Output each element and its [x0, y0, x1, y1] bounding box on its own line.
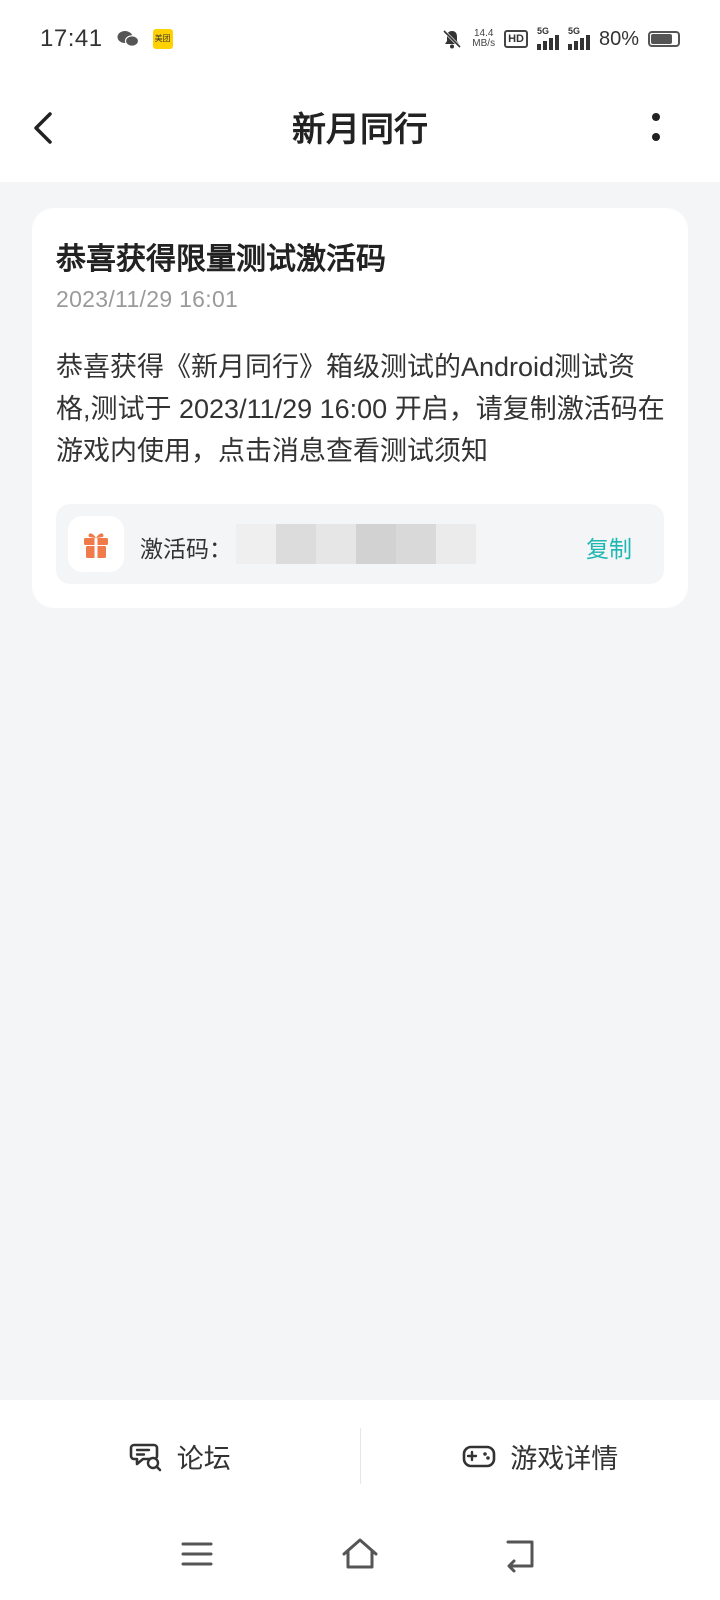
signal-1-icon: 5G — [536, 26, 559, 50]
gamepad-icon — [462, 1445, 496, 1468]
copy-button[interactable]: 复制 — [586, 530, 632, 564]
message-title: 恭喜获得限量测试激活码 — [56, 243, 386, 276]
activation-code-row: 激活码： 复制 — [56, 504, 664, 584]
battery-percent: 80% — [598, 27, 639, 50]
back-icon[interactable] — [500, 1534, 540, 1574]
forum-chat-icon — [129, 1443, 162, 1472]
activation-code-label: 激活码： — [140, 536, 232, 562]
message-card[interactable]: 恭喜获得限量测试激活码 2023/11/29 16:01 恭喜获得《新月同行》箱… — [32, 208, 688, 608]
bottom-action-bar: 论坛 游戏详情 — [0, 1400, 720, 1512]
signal-2-icon: 5G — [567, 26, 590, 50]
tab-forum-label: 论坛 — [176, 1443, 231, 1474]
tab-game-details-label: 游戏详情 — [510, 1443, 619, 1474]
gift-badge — [68, 516, 124, 572]
status-time: 17:41 — [40, 25, 103, 52]
tab-forum[interactable]: 论坛 — [0, 1400, 360, 1512]
gift-icon — [84, 533, 108, 558]
system-navigation-bar — [0, 1512, 720, 1600]
more-vertical-icon[interactable] — [644, 108, 668, 148]
status-bar: 17:41 美团 14.4 MB/s HD 5G 5G 80% — [0, 0, 720, 78]
wechat-icon — [117, 31, 139, 47]
message-timestamp: 2023/11/29 16:01 — [56, 286, 239, 312]
message-body: 恭喜获得《新月同行》箱级测试的Android测试资格,测试于 2023/11/2… — [56, 352, 665, 466]
tab-game-details[interactable]: 游戏详情 — [361, 1400, 720, 1512]
page-title: 新月同行 — [292, 111, 428, 149]
activation-code-value-masked — [236, 516, 476, 572]
meituan-icon: 美团 — [152, 29, 173, 49]
network-speed: 14.4 MB/s — [472, 28, 496, 49]
battery-icon — [648, 31, 680, 47]
home-icon[interactable] — [340, 1534, 380, 1574]
battery-level — [651, 34, 672, 44]
hd-volte-icon: HD — [504, 30, 528, 48]
header-bar: 新月同行 — [0, 78, 720, 182]
notification-muted-icon — [443, 29, 462, 49]
menu-icon[interactable] — [177, 1534, 217, 1574]
